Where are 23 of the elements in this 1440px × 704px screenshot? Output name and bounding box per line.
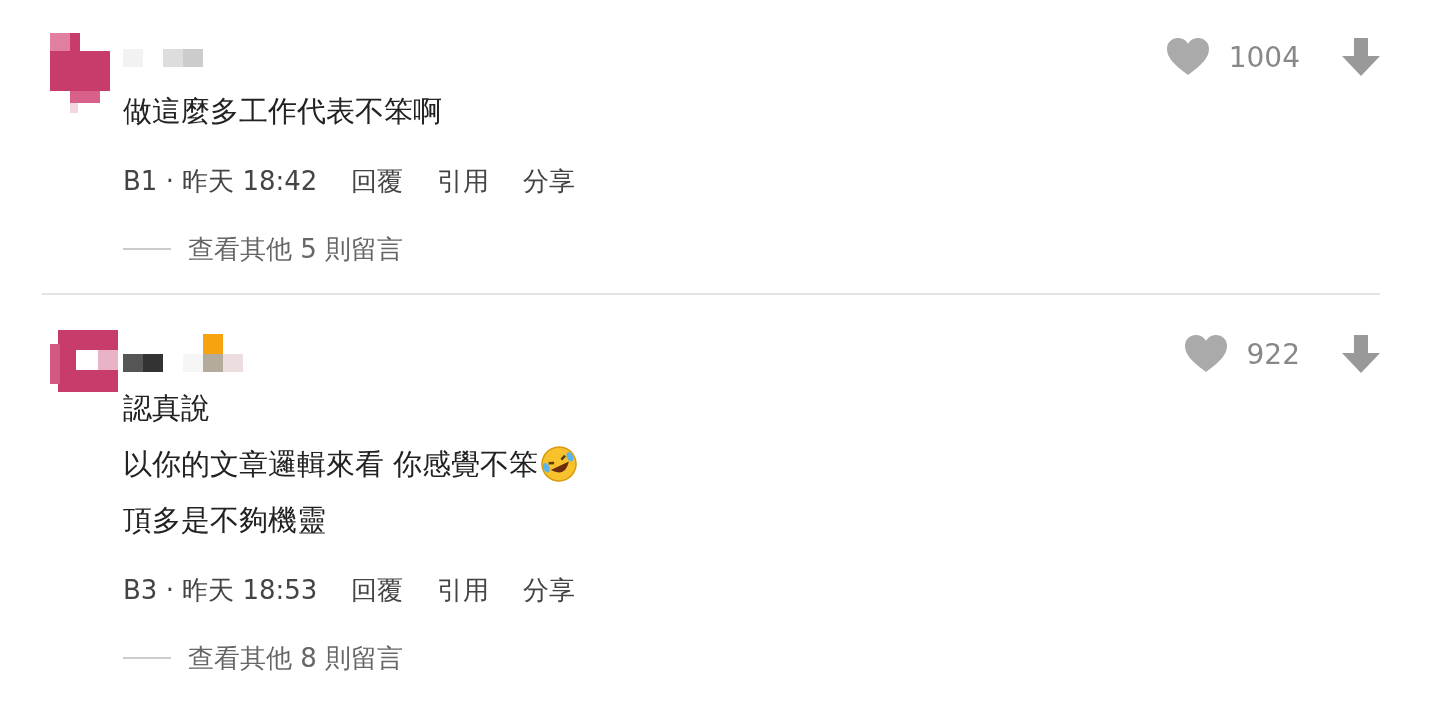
avatar-icon bbox=[50, 33, 110, 113]
floor-time: B1 · 昨天 18:42 bbox=[123, 164, 318, 198]
action-link[interactable]: 回覆 bbox=[351, 572, 404, 608]
action-link[interactable]: 分享 bbox=[523, 572, 576, 608]
comment-text: 頂多是不夠機靈 bbox=[123, 502, 326, 539]
floor-time: B3 · 昨天 18:53 bbox=[123, 573, 318, 607]
more-replies-link[interactable]: 查看其他 8 則留言 bbox=[188, 640, 404, 676]
laughing-emoji-icon bbox=[540, 445, 579, 483]
more-replies-link[interactable]: 查看其他 5 則留言 bbox=[188, 231, 404, 267]
action-link[interactable]: 引用 bbox=[437, 572, 490, 608]
heart-icon[interactable] bbox=[1184, 335, 1227, 373]
comment-text: 做這麼多工作代表不笨啊 bbox=[123, 93, 442, 130]
down-arrow-icon[interactable] bbox=[1342, 335, 1380, 373]
comment-text: 以你的文章邏輯來看 你感覺不笨 bbox=[123, 446, 539, 483]
comment-text: 認真說 bbox=[123, 390, 210, 427]
action-link[interactable]: 回覆 bbox=[351, 163, 404, 199]
action-link[interactable]: 引用 bbox=[437, 163, 490, 199]
like-count: 1004 bbox=[1228, 40, 1300, 74]
avatar-icon bbox=[50, 330, 118, 392]
heart-icon[interactable] bbox=[1166, 38, 1209, 76]
down-arrow-icon[interactable] bbox=[1342, 38, 1380, 76]
action-link[interactable]: 分享 bbox=[523, 163, 576, 199]
like-count: 922 bbox=[1246, 337, 1300, 371]
